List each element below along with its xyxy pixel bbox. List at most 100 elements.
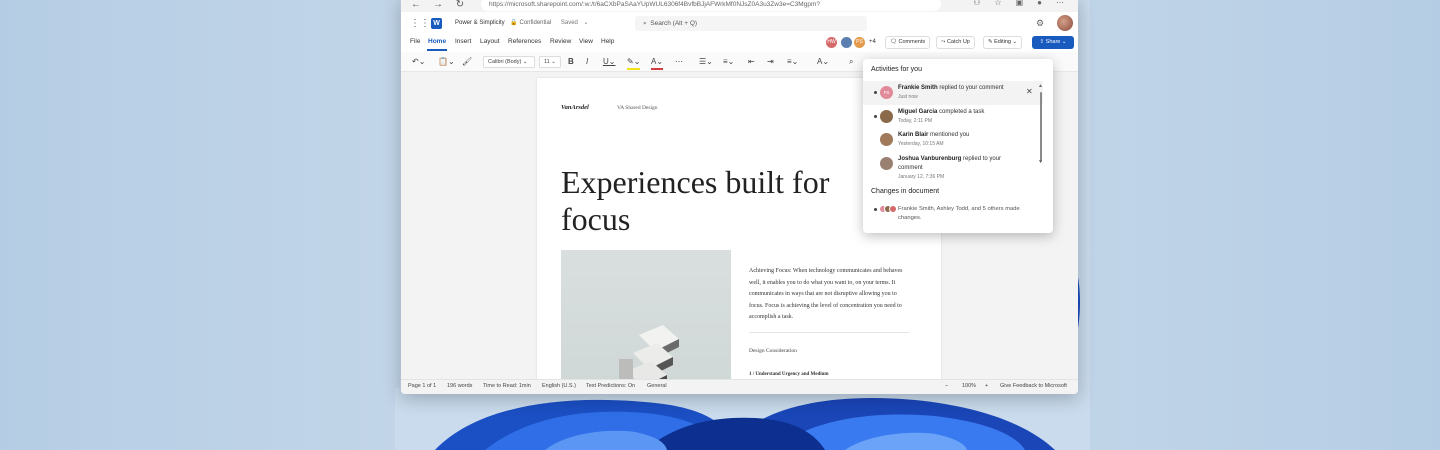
brand-subtitle: VA Shared Design [617,105,658,111]
windows-bloom-wallpaper [395,388,1085,450]
menu-bar: File Home Insert Layout References Revie… [401,34,1078,52]
tab-file[interactable]: File [410,38,420,45]
browser-toolbar: ← → ↻ https://microsoft.sharepoint.com/:… [401,0,1078,12]
collaborator-avatar[interactable] [840,36,853,49]
brand-logo: VanArsdel [561,104,589,111]
activity-avatar [880,133,893,146]
favorites-icon[interactable]: ☆ [994,0,1001,7]
find-icon[interactable]: ⌕ [849,56,853,68]
read-time[interactable]: Time to Read: 1min [483,383,531,389]
active-tab-indicator [427,49,447,51]
feedback-link[interactable]: Give Feedback to Microsoft [1000,383,1067,389]
section-item[interactable]: 1 / Understand Urgency and Medium [749,372,829,377]
bold-icon[interactable]: B [568,56,574,68]
activities-scrollbar[interactable] [1040,92,1042,162]
sensitivity-status[interactable]: General [647,383,667,389]
document-title-area[interactable]: Power & Simplicity 🔒 Confidential Saved … [455,19,593,26]
refresh-icon[interactable]: ↻ [453,0,467,10]
text-predictions[interactable]: Text Predictions: On [586,383,635,389]
tab-help[interactable]: Help [601,38,614,45]
underline-icon[interactable]: U⌄ [603,56,615,68]
zoom-level[interactable]: 100% [962,383,976,389]
sensitivity-label: 🔒 Confidential [510,20,552,26]
activities-panel: Activities for you FS Frankie Smith repl… [863,59,1053,233]
language[interactable]: English (U.S.) [542,383,576,389]
changes-heading: Changes in document [871,188,940,195]
activities-heading: Activities for you [871,66,922,73]
font-color-icon[interactable]: A⌄ [651,56,664,70]
body-paragraph[interactable]: Achieving Focus: When technology communi… [749,266,909,324]
more-options-icon[interactable]: ⋯ [1056,0,1064,7]
document-headline[interactable]: Experiences built for focus [561,164,861,238]
close-icon[interactable]: ✕ [1026,87,1033,96]
settings-gear-icon[interactable]: ⚙ [1036,18,1044,29]
activity-item[interactable]: FS Frankie Smith replied to your comment… [863,81,1043,105]
building-photo[interactable] [561,250,731,379]
styles-icon[interactable]: A⌄ [817,56,829,68]
address-bar[interactable]: https://microsoft.sharepoint.com/:w:/t/6… [481,0,941,11]
collaborator-avatar[interactable]: PS [853,36,866,49]
format-painter-icon[interactable]: 🖌 [462,56,472,68]
activity-item[interactable]: Joshua Vanburenburg replied to your comm… [863,153,1043,183]
profile-icon[interactable]: ● [1037,0,1042,7]
zoom-in-icon[interactable]: + [985,383,988,389]
word-title-bar: ⋮⋮⋮ W Power & Simplicity 🔒 Confidential … [401,12,1078,34]
unread-dot [874,91,877,94]
activity-avatar [880,110,893,123]
document-title: Power & Simplicity [455,20,505,26]
activity-item[interactable]: Karin Blair mentioned you Yesterday, 10:… [863,129,1043,151]
changes-summary[interactable]: Frankie Smith, Ashley Todd, and 5 others… [898,205,1038,223]
word-count[interactable]: 196 words [447,383,472,389]
paste-icon[interactable]: 📋⌄ [438,56,455,68]
scroll-up-icon[interactable]: ▲ [1038,83,1043,89]
zoom-out-icon[interactable]: − [945,383,948,389]
undo-icon[interactable]: ↶⌄ [412,56,425,68]
activity-avatar [880,157,893,170]
word-logo-icon[interactable]: W [431,18,442,29]
search-icon: ⌕ [643,20,647,27]
extensions-icon[interactable]: ⚇ [973,0,980,7]
bullets-icon[interactable]: ☰⌄ [699,56,713,68]
collections-icon[interactable]: ▣ [1016,0,1024,7]
status-bar: Page 1 of 1 196 words Time to Read: 1min… [401,379,1078,394]
more-collaborators-count[interactable]: +4 [869,39,876,45]
editing-mode-button[interactable]: ✎ Editing ⌄ [983,36,1023,49]
save-status: Saved ⌄ [560,20,589,26]
comment-icon: 🗨 [890,39,897,45]
tab-references[interactable]: References [508,38,541,45]
comments-button[interactable]: 🗨 Comments [885,36,931,49]
change-avatar [889,205,897,213]
italic-icon[interactable]: I [586,56,588,68]
divider [749,332,909,333]
font-size-select[interactable]: 11 ⌄ [539,56,561,68]
back-icon[interactable]: ← [409,0,423,10]
unread-dot [874,115,877,118]
activity-avatar: FS [880,86,893,99]
decrease-indent-icon[interactable]: ⇤ [748,56,755,68]
share-icon: ⇪ [1039,39,1045,45]
section-heading[interactable]: Design Consideration [749,348,797,354]
unread-dot [874,208,877,211]
tab-review[interactable]: Review [550,38,571,45]
increase-indent-icon[interactable]: ⇥ [767,56,774,68]
tab-home[interactable]: Home [428,38,446,45]
user-avatar[interactable] [1057,15,1073,31]
tab-insert[interactable]: Insert [455,38,471,45]
tab-layout[interactable]: Layout [480,38,500,45]
collaborator-avatar[interactable]: HW [825,36,838,49]
more-font-options-icon[interactable]: ⋯ [675,56,683,68]
forward-icon[interactable]: → [431,0,445,10]
catch-up-icon: ⤳ [941,39,946,45]
share-button[interactable]: ⇪ Share ⌄ [1032,36,1074,49]
tab-view[interactable]: View [579,38,593,45]
highlight-icon[interactable]: ✎⌄ [627,56,641,70]
scroll-down-icon[interactable]: ▼ [1038,159,1043,165]
activity-item[interactable]: Miguel Garcia completed a task Today, 2:… [863,106,1043,128]
search-input[interactable]: ⌕ Search (Alt + Q) [635,16,867,31]
numbering-icon[interactable]: ≡⌄ [723,56,734,68]
font-name-select[interactable]: Calibri (Body) ⌄ [483,56,535,68]
catch-up-button[interactable]: ⤳ Catch Up [936,36,975,49]
page-count[interactable]: Page 1 of 1 [408,383,436,389]
align-icon[interactable]: ≡⌄ [787,56,798,68]
pencil-icon: ✎ [988,39,993,45]
